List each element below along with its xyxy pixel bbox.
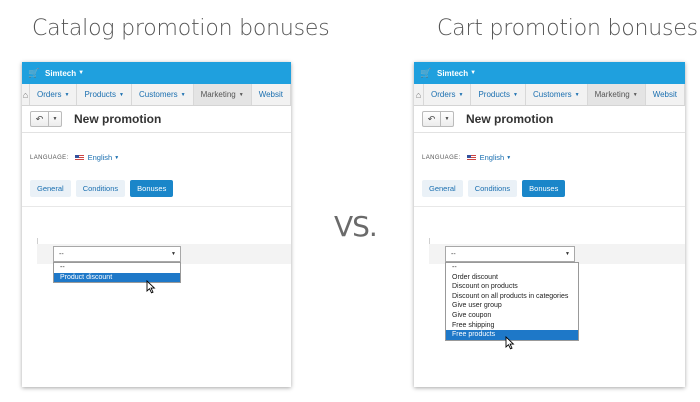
caret-down-icon: ▼ [180,91,186,98]
caret-down-icon: ▼ [470,70,477,76]
language-selector: LANGUAGE: English ▼ [422,153,511,162]
us-flag-icon [74,154,84,161]
home-icon[interactable]: ⌂ [22,84,31,105]
brand-menu[interactable]: Simtech [45,69,76,78]
caret-down-icon: ▼ [171,251,176,257]
caret-down-icon: ▼ [78,70,85,76]
undo-icon[interactable]: ↶ [423,112,441,126]
language-selector: LANGUAGE: English ▼ [30,153,119,162]
menu-customers[interactable]: Customers ▼ [526,84,588,105]
select-value: -- [59,250,64,258]
option-give-user-group[interactable]: Give user group [446,301,578,311]
brand-menu[interactable]: Simtech [437,69,468,78]
bonus-type-options: -- Product discount [53,262,181,284]
menu-orders[interactable]: Orders ▼ [30,84,78,105]
option-product-discount[interactable]: Product discount [54,272,180,283]
cart-promotion-panel: 🛒 Simtech ▼ ⌂ Orders ▼ Products ▼ Customer… [414,62,685,387]
menu-label: Websit [258,90,283,99]
caret-down-icon: ▼ [238,91,244,98]
caret-down-icon: ▼ [565,251,570,257]
option-discount-on-categories[interactable]: Discount on all products in categories [446,292,578,302]
menu-label: Customers [532,90,572,99]
caret-down-icon: ▼ [114,154,120,161]
menu-websites[interactable]: Websit [252,84,291,105]
option-none[interactable]: -- [54,263,180,273]
tab-general[interactable]: General [30,180,71,197]
menu-label: Orders [37,90,62,99]
menu-label: Customers [138,90,178,99]
caret-down-icon: ▼ [119,91,124,98]
caret-down-icon: ▼ [506,154,512,161]
caret-down-icon[interactable]: ▼ [49,112,61,126]
page-title: New promotion [466,112,554,126]
cart-icon[interactable]: 🛒 [420,69,431,78]
menu-orders[interactable]: Orders ▼ [424,84,472,105]
divider [414,206,685,207]
divider [22,206,291,207]
catalog-promotion-panel: 🛒 Simtech ▼ ⌂ Orders ▼ Products ▼ Customer… [22,62,291,387]
tab-bonuses[interactable]: Bonuses [130,180,174,197]
select-value: -- [451,250,456,258]
menu-label: Websit [652,90,677,99]
tabs: General Conditions Bonuses [422,180,566,197]
option-discount-on-products[interactable]: Discount on products [446,282,578,292]
language-label: LANGUAGE: [30,154,69,161]
title-bar: ↶ ▼ New promotion [22,106,291,133]
menu-products[interactable]: Products ▼ [77,84,132,105]
menu-label: Products [478,90,511,99]
menu-products[interactable]: Products ▼ [471,84,526,105]
bonus-type-select[interactable]: -- ▼ [53,246,181,262]
option-free-shipping[interactable]: Free shipping [446,321,578,331]
menu-marketing[interactable]: Marketing ▼ [193,84,252,105]
caret-down-icon: ▼ [64,91,70,98]
tab-bonuses[interactable]: Bonuses [522,180,566,197]
tab-conditions[interactable]: Conditions [75,180,126,197]
caret-down-icon: ▼ [513,91,518,98]
main-menu: ⌂ Orders ▼ Products ▼ Customers ▼ Marketing… [414,84,685,106]
main-menu: ⌂ Orders ▼ Products ▼ Customers ▼ Marketing… [22,84,291,106]
mouse-pointer-icon [146,279,156,299]
us-flag-icon [466,154,476,161]
option-none[interactable]: -- [446,263,578,273]
top-bar: 🛒 Simtech ▼ [22,62,291,84]
menu-marketing[interactable]: Marketing ▼ [587,84,646,105]
home-icon[interactable]: ⌂ [414,84,425,105]
back-button-group: ↶ ▼ [422,111,454,127]
caret-down-icon: ▼ [574,91,580,98]
caret-down-icon[interactable]: ▼ [441,112,453,126]
bonus-type-options: -- Order discount Discount on products D… [445,262,579,341]
option-order-discount[interactable]: Order discount [446,273,578,283]
page-title: New promotion [74,112,162,126]
menu-customers[interactable]: Customers ▼ [132,84,194,105]
back-button-group: ↶ ▼ [30,111,62,127]
menu-label: Marketing [594,90,630,99]
tabs: General Conditions Bonuses [30,180,174,197]
menu-label: Products [84,90,117,99]
menu-label: Orders [431,90,456,99]
tab-general[interactable]: General [422,180,463,197]
language-dropdown[interactable]: English [480,153,505,162]
vs-label: VS. [334,210,378,243]
language-dropdown[interactable]: English [88,153,113,162]
cart-heading: Cart promotion bonuses [437,16,698,41]
bonus-type-select[interactable]: -- ▼ [445,246,575,262]
language-label: LANGUAGE: [422,154,461,161]
top-bar: 🛒 Simtech ▼ [414,62,685,84]
menu-websites[interactable]: Websit [646,84,685,105]
tab-conditions[interactable]: Conditions [467,180,518,197]
caret-down-icon: ▼ [632,91,638,98]
option-give-coupon[interactable]: Give coupon [446,311,578,321]
catalog-heading: Catalog promotion bonuses [32,16,330,41]
title-bar: ↶ ▼ New promotion [414,106,685,133]
mouse-pointer-icon [505,335,515,355]
caret-down-icon: ▼ [458,91,464,98]
cart-icon[interactable]: 🛒 [28,69,39,78]
menu-label: Marketing [200,90,236,99]
undo-icon[interactable]: ↶ [31,112,49,126]
